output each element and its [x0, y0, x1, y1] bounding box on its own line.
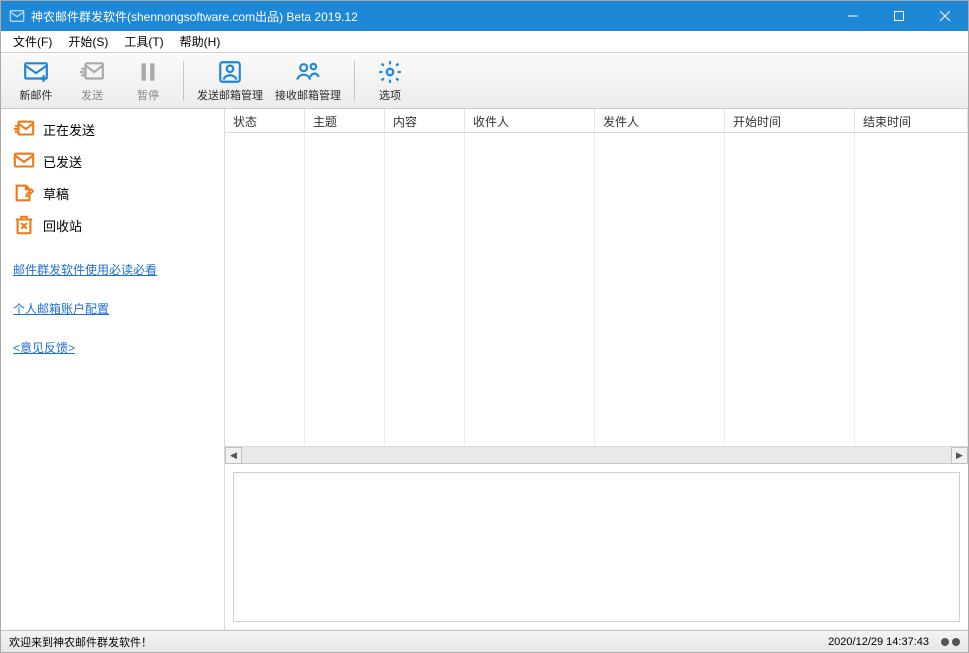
link-feedback[interactable]: <意见反馈> [13, 339, 212, 356]
link-guide[interactable]: 邮件群发软件使用必读必看 [13, 261, 212, 278]
send-label: 发送 [81, 87, 103, 103]
receive-mailbox-manage-button[interactable]: 接收邮箱管理 [270, 56, 346, 106]
col-starttime[interactable]: 开始时间 [725, 109, 855, 132]
send-mailbox-manage-button[interactable]: 发送邮箱管理 [192, 56, 268, 106]
send-mailbox-manage-label: 发送邮箱管理 [197, 87, 263, 103]
col-content[interactable]: 内容 [385, 109, 465, 132]
menubar: 文件(F) 开始(S) 工具(T) 帮助(H) [1, 31, 968, 53]
trash-icon [13, 214, 35, 236]
app-icon [9, 8, 25, 24]
pause-icon [135, 59, 161, 85]
options-button[interactable]: 选项 [363, 56, 417, 106]
sent-icon [13, 150, 35, 172]
sidebar-item-label: 回收站 [43, 216, 82, 235]
sidebar-item-trash[interactable]: 回收站 [9, 209, 216, 241]
sidebar-item-sending[interactable]: 正在发送 [9, 113, 216, 145]
mail-list: 状态 主题 内容 收件人 发件人 开始时间 结束时间 ◀ ▶ [225, 109, 968, 464]
send-button: 发送 [65, 56, 119, 106]
sidebar: 正在发送 已发送 草稿 回收站 邮件群发软件使用 [1, 109, 225, 630]
body: 正在发送 已发送 草稿 回收站 邮件群发软件使用 [1, 109, 968, 630]
menu-tools[interactable]: 工具(T) [116, 31, 171, 52]
col-sender[interactable]: 发件人 [595, 109, 725, 132]
gear-icon [377, 59, 403, 85]
close-button[interactable] [922, 1, 968, 31]
account-send-icon [217, 59, 243, 85]
col-subject[interactable]: 主题 [305, 109, 385, 132]
mail-grid-body[interactable] [225, 133, 968, 446]
send-icon [79, 59, 105, 85]
status-datetime: 2020/12/29 14:37:43 [828, 636, 929, 648]
sidebar-item-label: 草稿 [43, 184, 69, 203]
toolbar-separator [354, 61, 355, 101]
col-status[interactable]: 状态 [225, 109, 305, 132]
pause-label: 暂停 [137, 87, 159, 103]
horizontal-scrollbar[interactable]: ◀ ▶ [225, 446, 968, 463]
window-title: 神农邮件群发软件(shennongsoftware.com出品) Beta 20… [31, 8, 830, 25]
scroll-right-icon[interactable]: ▶ [951, 447, 968, 464]
account-recv-icon [295, 59, 321, 85]
main-area: 状态 主题 内容 收件人 发件人 开始时间 结束时间 ◀ ▶ [225, 109, 968, 630]
sidebar-item-label: 正在发送 [43, 120, 95, 139]
sidebar-item-sent[interactable]: 已发送 [9, 145, 216, 177]
new-mail-icon [23, 59, 49, 85]
statusbar: 欢迎来到神农邮件群发软件！ 2020/12/29 14:37:43 [1, 630, 968, 652]
scroll-left-icon[interactable]: ◀ [225, 447, 242, 464]
menu-start[interactable]: 开始(S) [60, 31, 116, 52]
window-controls [830, 1, 968, 31]
toolbar: 新邮件 发送 暂停 发送邮箱管理 接收邮箱管理 选项 [1, 53, 968, 109]
sidebar-item-drafts[interactable]: 草稿 [9, 177, 216, 209]
column-headers: 状态 主题 内容 收件人 发件人 开始时间 结束时间 [225, 109, 968, 133]
col-recipient[interactable]: 收件人 [465, 109, 595, 132]
scroll-track[interactable] [242, 447, 951, 463]
link-account-config[interactable]: 个人邮箱账户配置 [13, 300, 212, 317]
drafts-icon [13, 182, 35, 204]
new-mail-label: 新邮件 [20, 87, 53, 103]
col-endtime[interactable]: 结束时间 [855, 109, 968, 132]
menu-file[interactable]: 文件(F) [5, 31, 60, 52]
menu-help[interactable]: 帮助(H) [172, 31, 229, 52]
status-welcome: 欢迎来到神农邮件群发软件！ [9, 634, 152, 650]
pause-button: 暂停 [121, 56, 175, 106]
sending-icon [13, 118, 35, 140]
sidebar-item-label: 已发送 [43, 152, 82, 171]
log-panel[interactable] [233, 472, 960, 622]
status-indicator-icon [941, 638, 960, 646]
options-label: 选项 [379, 87, 401, 103]
titlebar: 神农邮件群发软件(shennongsoftware.com出品) Beta 20… [1, 1, 968, 31]
sidebar-links: 邮件群发软件使用必读必看 个人邮箱账户配置 <意见反馈> [1, 245, 224, 356]
receive-mailbox-manage-label: 接收邮箱管理 [275, 87, 341, 103]
new-mail-button[interactable]: 新邮件 [9, 56, 63, 106]
minimize-button[interactable] [830, 1, 876, 31]
nav-list: 正在发送 已发送 草稿 回收站 [1, 109, 224, 245]
toolbar-separator [183, 61, 184, 101]
maximize-button[interactable] [876, 1, 922, 31]
